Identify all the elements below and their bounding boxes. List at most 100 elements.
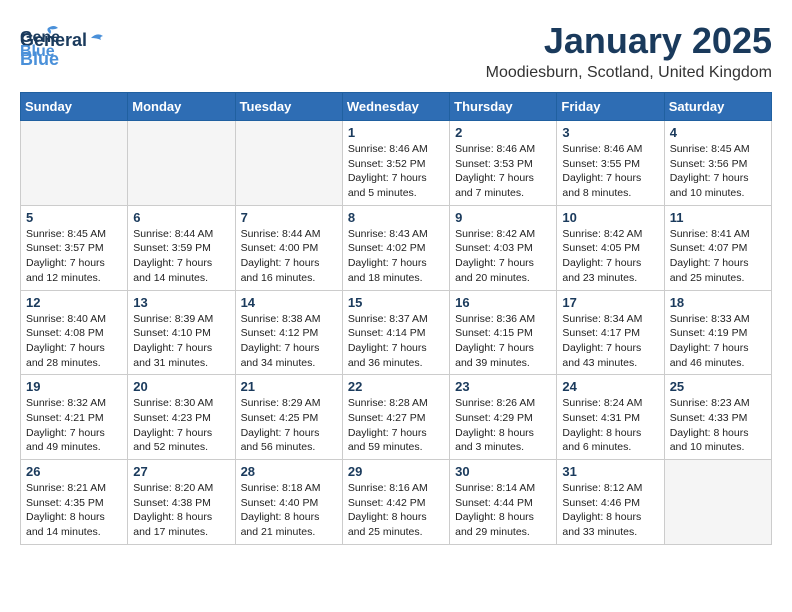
day-number: 20 <box>133 379 229 394</box>
day-info: Sunrise: 8:14 AM Sunset: 4:44 PM Dayligh… <box>455 481 551 540</box>
day-number: 31 <box>562 464 658 479</box>
calendar-cell: 30 Sunrise: 8:14 AM Sunset: 4:44 PM Dayli… <box>450 460 557 545</box>
calendar-cell: 9 Sunrise: 8:42 AM Sunset: 4:03 PM Daylig… <box>450 205 557 290</box>
calendar-cell: 26 Sunrise: 8:21 AM Sunset: 4:35 PM Dayli… <box>21 460 128 545</box>
day-info: Sunrise: 8:42 AM Sunset: 4:05 PM Dayligh… <box>562 227 658 286</box>
calendar-cell: 29 Sunrise: 8:16 AM Sunset: 4:42 PM Dayli… <box>342 460 449 545</box>
day-number: 5 <box>26 210 122 225</box>
day-header-tuesday: Tuesday <box>235 93 342 121</box>
day-number: 6 <box>133 210 229 225</box>
day-info: Sunrise: 8:24 AM Sunset: 4:31 PM Dayligh… <box>562 396 658 455</box>
calendar-cell <box>21 121 128 206</box>
day-info: Sunrise: 8:36 AM Sunset: 4:15 PM Dayligh… <box>455 312 551 371</box>
day-info: Sunrise: 8:12 AM Sunset: 4:46 PM Dayligh… <box>562 481 658 540</box>
calendar-cell: 21Sunrise: 8:29 AM Sunset: 4:25 PM Dayli… <box>235 375 342 460</box>
day-number: 29 <box>348 464 444 479</box>
day-number: 28 <box>241 464 337 479</box>
calendar-cell: 13 Sunrise: 8:39 AM Sunset: 4:10 PM Dayli… <box>128 290 235 375</box>
day-number: 23 <box>455 379 551 394</box>
day-header-saturday: Saturday <box>664 93 771 121</box>
calendar-cell: 20 Sunrise: 8:30 AM Sunset: 4:23 PM Dayli… <box>128 375 235 460</box>
day-info: Sunrise: 8:34 AM Sunset: 4:17 PM Dayligh… <box>562 312 658 371</box>
calendar-cell: 7Sunrise: 8:44 AM Sunset: 4:00 PM Daylig… <box>235 205 342 290</box>
day-number: 25 <box>670 379 766 394</box>
day-info: Sunrise: 8:39 AM Sunset: 4:10 PM Dayligh… <box>133 312 229 371</box>
day-info: Sunrise: 8:30 AM Sunset: 4:23 PM Dayligh… <box>133 396 229 455</box>
calendar-cell: 18 Sunrise: 8:33 AM Sunset: 4:19 PM Dayli… <box>664 290 771 375</box>
day-number: 30 <box>455 464 551 479</box>
day-info: Sunrise: 8:32 AM Sunset: 4:21 PM Dayligh… <box>26 396 122 455</box>
day-info: Sunrise: 8:45 AM Sunset: 3:56 PM Dayligh… <box>670 142 766 201</box>
day-number: 14 <box>241 295 337 310</box>
calendar-cell: 3 Sunrise: 8:46 AM Sunset: 3:55 PM Daylig… <box>557 121 664 206</box>
calendar-cell: 6 Sunrise: 8:44 AM Sunset: 3:59 PM Daylig… <box>128 205 235 290</box>
day-info: Sunrise: 8:42 AM Sunset: 4:03 PM Dayligh… <box>455 227 551 286</box>
calendar-cell: 25Sunrise: 8:23 AM Sunset: 4:33 PM Dayli… <box>664 375 771 460</box>
calendar-cell <box>664 460 771 545</box>
day-info: Sunrise: 8:43 AM Sunset: 4:02 PM Dayligh… <box>348 227 444 286</box>
title-block: January 2025 Moodiesburn, Scotland, Unit… <box>486 20 772 82</box>
day-number: 16 <box>455 295 551 310</box>
calendar-cell: 5 Sunrise: 8:45 AM Sunset: 3:57 PM Daylig… <box>21 205 128 290</box>
calendar-cell: 14Sunrise: 8:38 AM Sunset: 4:12 PM Dayli… <box>235 290 342 375</box>
calendar-cell <box>235 121 342 206</box>
day-number: 22 <box>348 379 444 394</box>
calendar-cell: 17 Sunrise: 8:34 AM Sunset: 4:17 PM Dayli… <box>557 290 664 375</box>
calendar-cell: 19Sunrise: 8:32 AM Sunset: 4:21 PM Dayli… <box>21 375 128 460</box>
day-number: 8 <box>348 210 444 225</box>
calendar-cell: 2Sunrise: 8:46 AM Sunset: 3:53 PM Daylig… <box>450 121 557 206</box>
calendar-cell: 10 Sunrise: 8:42 AM Sunset: 4:05 PM Dayli… <box>557 205 664 290</box>
day-info: Sunrise: 8:21 AM Sunset: 4:35 PM Dayligh… <box>26 481 122 540</box>
calendar-week-row: 12 Sunrise: 8:40 AM Sunset: 4:08 PM Dayli… <box>21 290 772 375</box>
calendar-cell: 22 Sunrise: 8:28 AM Sunset: 4:27 PM Dayli… <box>342 375 449 460</box>
day-info: Sunrise: 8:44 AM Sunset: 4:00 PM Dayligh… <box>241 227 337 286</box>
logo: General Blue General Blue <box>20 20 109 70</box>
day-number: 26 <box>26 464 122 479</box>
svg-text:Blue: Blue <box>20 43 55 60</box>
calendar-week-row: 1Sunrise: 8:46 AM Sunset: 3:52 PM Daylig… <box>21 121 772 206</box>
day-info: Sunrise: 8:37 AM Sunset: 4:14 PM Dayligh… <box>348 312 444 371</box>
day-number: 13 <box>133 295 229 310</box>
calendar-cell: 8 Sunrise: 8:43 AM Sunset: 4:02 PM Daylig… <box>342 205 449 290</box>
location-title: Moodiesburn, Scotland, United Kingdom <box>486 64 772 82</box>
day-info: Sunrise: 8:45 AM Sunset: 3:57 PM Dayligh… <box>26 227 122 286</box>
calendar-cell: 12 Sunrise: 8:40 AM Sunset: 4:08 PM Dayli… <box>21 290 128 375</box>
day-number: 9 <box>455 210 551 225</box>
calendar-week-row: 5 Sunrise: 8:45 AM Sunset: 3:57 PM Daylig… <box>21 205 772 290</box>
day-number: 4 <box>670 125 766 140</box>
day-info: Sunrise: 8:46 AM Sunset: 3:52 PM Dayligh… <box>348 142 444 201</box>
day-info: Sunrise: 8:28 AM Sunset: 4:27 PM Dayligh… <box>348 396 444 455</box>
day-info: Sunrise: 8:44 AM Sunset: 3:59 PM Dayligh… <box>133 227 229 286</box>
day-number: 18 <box>670 295 766 310</box>
day-info: Sunrise: 8:33 AM Sunset: 4:19 PM Dayligh… <box>670 312 766 371</box>
calendar-cell: 27Sunrise: 8:20 AM Sunset: 4:38 PM Dayli… <box>128 460 235 545</box>
day-info: Sunrise: 8:40 AM Sunset: 4:08 PM Dayligh… <box>26 312 122 371</box>
month-title: January 2025 <box>486 20 772 62</box>
day-number: 10 <box>562 210 658 225</box>
calendar-header-row: SundayMondayTuesdayWednesdayThursdayFrid… <box>21 93 772 121</box>
day-info: Sunrise: 8:41 AM Sunset: 4:07 PM Dayligh… <box>670 227 766 286</box>
calendar-cell: 24 Sunrise: 8:24 AM Sunset: 4:31 PM Dayli… <box>557 375 664 460</box>
calendar-week-row: 19Sunrise: 8:32 AM Sunset: 4:21 PM Dayli… <box>21 375 772 460</box>
calendar-table: SundayMondayTuesdayWednesdayThursdayFrid… <box>20 92 772 545</box>
calendar-cell <box>128 121 235 206</box>
day-header-monday: Monday <box>128 93 235 121</box>
day-header-thursday: Thursday <box>450 93 557 121</box>
day-header-sunday: Sunday <box>21 93 128 121</box>
day-number: 12 <box>26 295 122 310</box>
day-info: Sunrise: 8:16 AM Sunset: 4:42 PM Dayligh… <box>348 481 444 540</box>
day-number: 11 <box>670 210 766 225</box>
calendar-cell: 16 Sunrise: 8:36 AM Sunset: 4:15 PM Dayli… <box>450 290 557 375</box>
day-info: Sunrise: 8:46 AM Sunset: 3:55 PM Dayligh… <box>562 142 658 201</box>
day-number: 24 <box>562 379 658 394</box>
day-number: 15 <box>348 295 444 310</box>
calendar-cell: 4 Sunrise: 8:45 AM Sunset: 3:56 PM Daylig… <box>664 121 771 206</box>
day-info: Sunrise: 8:20 AM Sunset: 4:38 PM Dayligh… <box>133 481 229 540</box>
page-header: General Blue General Blue January 2025 M… <box>20 20 772 82</box>
day-number: 17 <box>562 295 658 310</box>
calendar-cell: 23Sunrise: 8:26 AM Sunset: 4:29 PM Dayli… <box>450 375 557 460</box>
day-info: Sunrise: 8:46 AM Sunset: 3:53 PM Dayligh… <box>455 142 551 201</box>
day-header-wednesday: Wednesday <box>342 93 449 121</box>
day-number: 3 <box>562 125 658 140</box>
calendar-cell: 1Sunrise: 8:46 AM Sunset: 3:52 PM Daylig… <box>342 121 449 206</box>
